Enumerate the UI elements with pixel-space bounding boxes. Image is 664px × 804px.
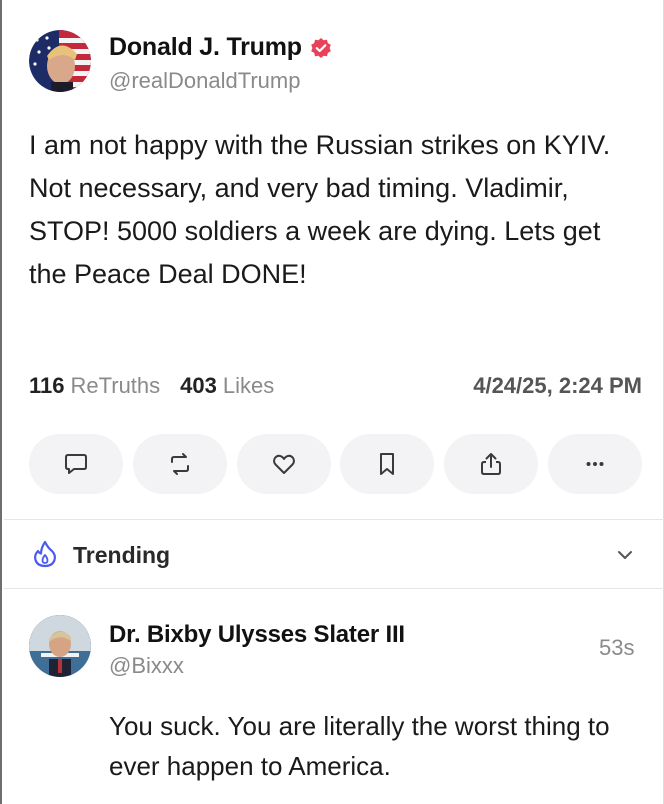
comment-button[interactable] [29,434,123,494]
reply-author-avatar[interactable] [29,615,91,677]
likes-label[interactable]: Likes [223,373,274,399]
retruths-count[interactable]: 116 [29,373,65,399]
heart-icon [272,454,295,474]
post-text: I am not happy with the Russian strikes … [29,130,611,289]
bookmark-icon [380,453,395,475]
author-handle[interactable]: @realDonaldTrump [109,68,300,94]
author-name-row: Donald J. Trump [109,33,332,62]
retruth-button[interactable] [132,434,227,494]
post-stats: 116 ReTruths 403 Likes 4/24/25, 2:24 PM [29,373,642,399]
flame-icon [33,540,57,568]
more-button[interactable] [547,434,642,494]
likes-count[interactable]: 403 [180,373,217,399]
post-timestamp: 4/24/25, 2:24 PM [473,373,642,398]
comment-icon [65,454,87,474]
main-post: Donald J. Trump @realDonaldTrump I am no… [2,0,664,520]
retruths-label[interactable]: ReTruths [71,373,161,399]
verified-badge-icon [310,37,332,59]
app-frame: Donald J. Trump @realDonaldTrump I am no… [0,0,664,804]
reply-time: 53s [599,635,635,660]
trending-section[interactable]: Trending [2,520,664,588]
share-button[interactable] [444,434,539,494]
reply-author-name[interactable]: Dr. Bixby Ulysses Slater III [109,621,405,649]
share-icon [481,453,502,475]
reply-text: You suck. You are literally the worst th… [109,711,610,781]
action-bar [29,434,642,494]
more-icon [586,462,604,466]
author-name[interactable]: Donald J. Trump [109,33,302,62]
chevron-down-icon[interactable] [614,544,636,566]
reply-post: Dr. Bixby Ulysses Slater III @Bixxx 53s … [2,589,664,804]
trending-label: Trending [73,542,171,568]
retruth-icon [170,453,189,475]
bookmark-button[interactable] [340,434,435,494]
author-avatar[interactable] [29,30,91,92]
reply-author-handle[interactable]: @Bixxx [109,653,184,679]
like-button[interactable] [236,434,331,494]
